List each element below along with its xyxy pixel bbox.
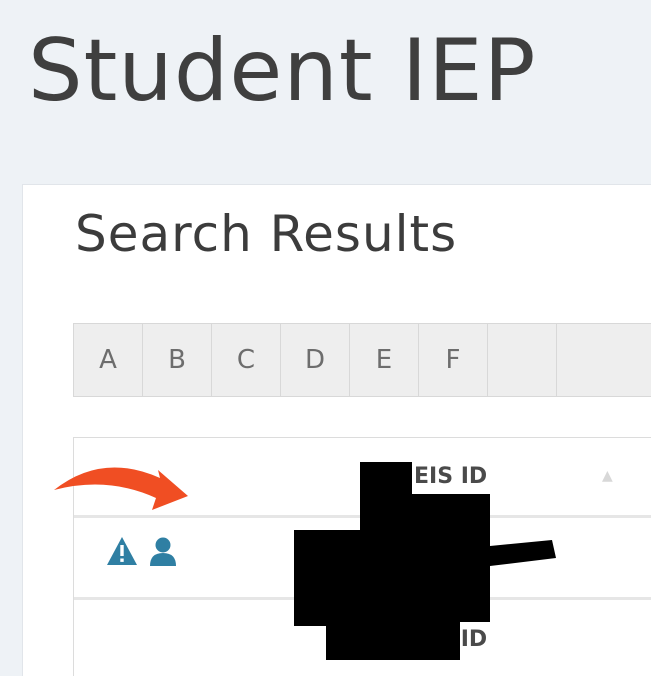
search-results-title: Search Results	[75, 205, 458, 263]
alphabet-letter-c[interactable]: C	[212, 324, 281, 396]
alphabet-letter-a[interactable]: A	[74, 324, 143, 396]
alphabet-letter-e[interactable]: E	[350, 324, 419, 396]
page-title: Student IEP	[28, 21, 537, 121]
alphabet-letter-b[interactable]: B	[143, 324, 212, 396]
alphabet-letter-f[interactable]: F	[419, 324, 488, 396]
student-iep-page: Student IEP Search Results A B C D E F E…	[0, 0, 651, 676]
redaction-mark	[294, 462, 556, 660]
alphabet-filter: A B C D E F	[73, 323, 651, 397]
person-icon[interactable]	[148, 536, 178, 566]
alphabet-letter-d[interactable]: D	[281, 324, 350, 396]
sort-caret-icon[interactable]: ▲	[602, 468, 613, 484]
alphabet-letter-next[interactable]	[488, 324, 557, 396]
row-icons	[106, 536, 178, 566]
annotation-arrow-icon	[54, 467, 188, 510]
warning-triangle-icon[interactable]	[106, 536, 138, 566]
